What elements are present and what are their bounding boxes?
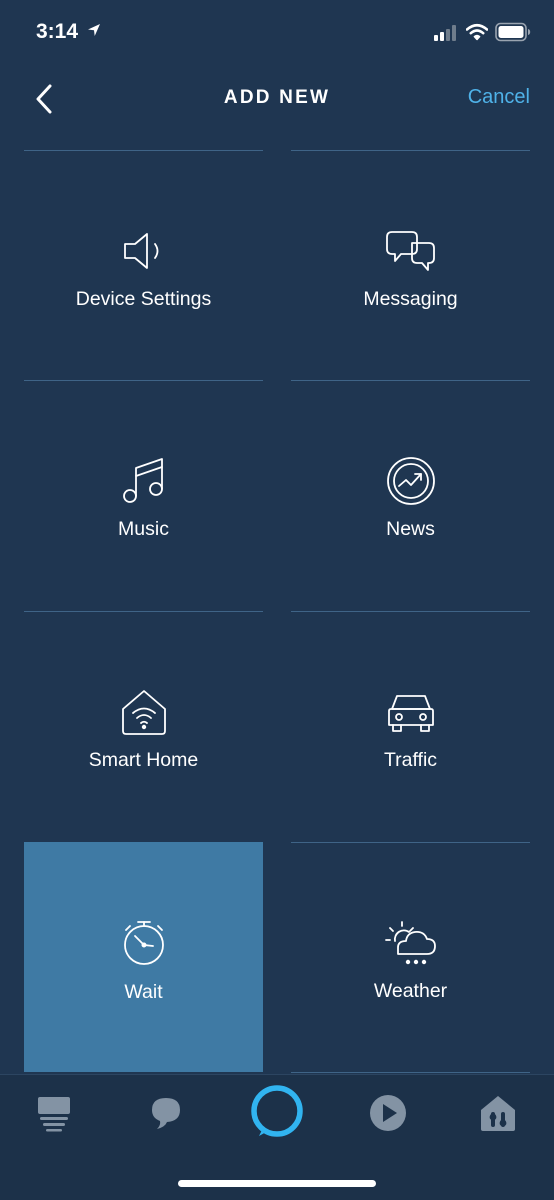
tile-messaging[interactable]: Messaging (291, 150, 530, 380)
nav-devices-button[interactable] (476, 1091, 520, 1135)
tile-label: Smart Home (88, 749, 199, 771)
battery-icon (495, 22, 531, 47)
tile-music[interactable]: Music (24, 380, 263, 610)
nav-communicate-button[interactable] (144, 1091, 188, 1135)
nav-play-button[interactable] (366, 1091, 410, 1135)
tile-traffic[interactable]: Traffic (291, 611, 530, 841)
nav-alexa-button[interactable] (249, 1083, 305, 1139)
house-wifi-icon (24, 688, 263, 736)
tile-label: Traffic (383, 749, 438, 771)
cellular-signal-icon (434, 25, 458, 46)
music-note-icon (24, 457, 263, 505)
tile-label: News (386, 518, 435, 540)
tile-device-settings[interactable]: Device Settings (24, 150, 263, 380)
divider (291, 1072, 530, 1073)
status-bar: 3:14 (0, 0, 554, 70)
home-indicator (178, 1180, 376, 1187)
tile-smart-home[interactable]: Smart Home (24, 611, 263, 841)
chat-bubbles-icon (291, 227, 530, 275)
speaker-icon (24, 227, 263, 275)
wifi-icon (465, 23, 489, 46)
tile-label: Device Settings (75, 288, 212, 310)
tile-wait[interactable]: Wait (24, 842, 263, 1072)
alexa-ring-icon (251, 1085, 303, 1137)
tile-label: Wait (124, 981, 163, 1003)
communicate-icon (152, 1098, 180, 1129)
tile-label: Weather (373, 980, 448, 1002)
alarm-clock-icon (24, 919, 263, 967)
tile-label: Music (118, 518, 169, 540)
header: ADD NEW Cancel (0, 70, 554, 130)
car-icon (291, 688, 530, 736)
status-time: 3:14 (36, 20, 79, 43)
play-icon (370, 1095, 406, 1131)
cancel-button[interactable]: Cancel (468, 86, 530, 109)
home-feed-icon (38, 1097, 70, 1132)
tile-weather[interactable]: Weather (291, 842, 530, 1072)
location-arrow-icon (86, 22, 102, 43)
nav-home-button[interactable] (32, 1091, 76, 1135)
tile-news[interactable]: News (291, 380, 530, 610)
screen: 3:14 ADD NEW Cancel Device Settings Mess… (0, 0, 554, 1200)
tile-label: Messaging (363, 288, 458, 310)
news-trend-icon (291, 457, 530, 505)
sun-cloud-icon (291, 919, 530, 967)
devices-icon (481, 1096, 515, 1131)
